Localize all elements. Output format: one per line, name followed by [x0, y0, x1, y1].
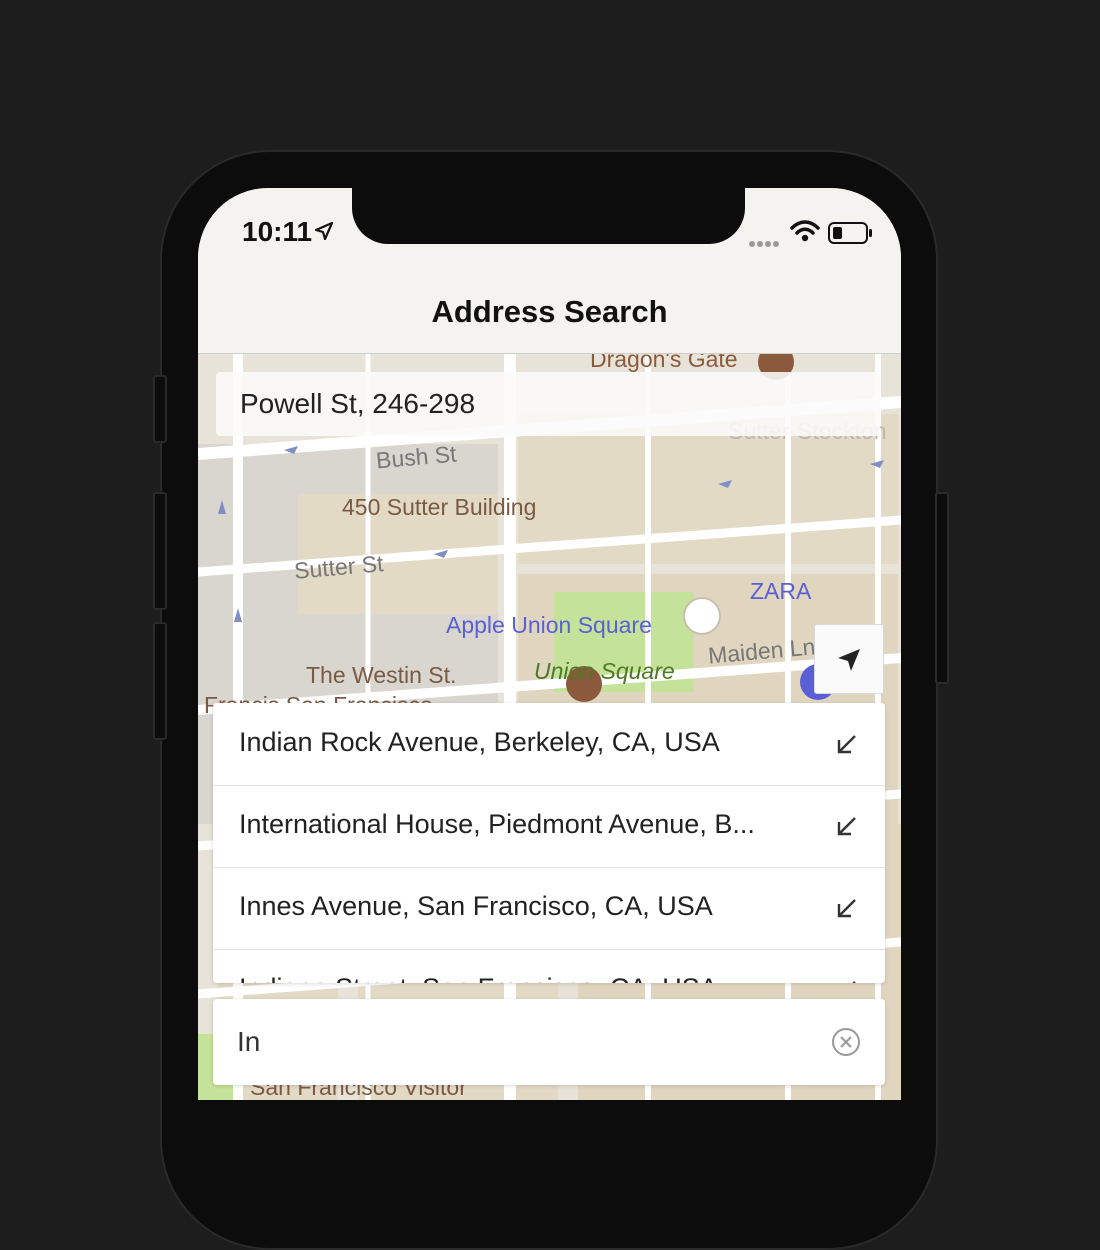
search-result-row[interactable]: Indiana Street, San Francisco, CA, USA	[213, 949, 885, 983]
search-result-row[interactable]: International House, Piedmont Avenue, B.…	[213, 785, 885, 868]
selected-address-bar[interactable]: Powell St, 246-298	[216, 372, 880, 436]
arrow-down-left-icon[interactable]	[835, 814, 859, 843]
power-button	[935, 492, 949, 684]
navigation-arrow-icon	[838, 649, 860, 671]
volume-down-button	[153, 622, 167, 740]
clear-search-icon[interactable]	[831, 1027, 861, 1062]
location-services-icon	[314, 221, 334, 246]
search-result-label: Innes Avenue, San Francisco, CA, USA	[239, 891, 713, 921]
cellular-signal-icon	[748, 235, 782, 253]
search-result-label: Indian Rock Avenue, Berkeley, CA, USA	[239, 727, 720, 757]
mute-switch	[153, 375, 167, 443]
phone-notch	[352, 186, 745, 244]
map-label-450-sutter-building: 450 Sutter Building	[342, 494, 537, 520]
battery-icon	[828, 221, 874, 250]
current-location-button[interactable]	[814, 624, 884, 694]
map-label-union-square: Union Square	[534, 658, 675, 684]
map-label-apple-union-square: Apple Union Square	[446, 612, 652, 638]
search-bar	[213, 999, 885, 1085]
search-result-label: International House, Piedmont Avenue, B.…	[239, 809, 755, 839]
search-result-row[interactable]: Innes Avenue, San Francisco, CA, USA	[213, 867, 885, 950]
search-input[interactable]	[235, 1021, 799, 1063]
selected-address-text: Powell St, 246-298	[240, 388, 476, 419]
wifi-icon	[790, 220, 820, 247]
arrow-down-left-icon[interactable]	[835, 896, 859, 925]
search-result-label: Indiana Street, San Francisco, CA, USA	[239, 973, 718, 983]
map-label-westin: The Westin St.	[306, 662, 457, 688]
map-label-zara: ZARA	[750, 578, 812, 604]
arrow-down-left-icon[interactable]	[835, 978, 859, 983]
page-title: Address Search	[431, 294, 668, 329]
volume-up-button	[153, 492, 167, 610]
status-time: 10:11	[242, 216, 313, 247]
search-results-list: Indian Rock Avenue, Berkeley, CA, USA In…	[213, 703, 885, 983]
arrow-down-left-icon[interactable]	[835, 732, 859, 761]
search-result-row[interactable]: Indian Rock Avenue, Berkeley, CA, USA	[213, 703, 885, 786]
screen: Dragon's Gate Bush St Sutter-Stockton 45…	[198, 188, 901, 1100]
